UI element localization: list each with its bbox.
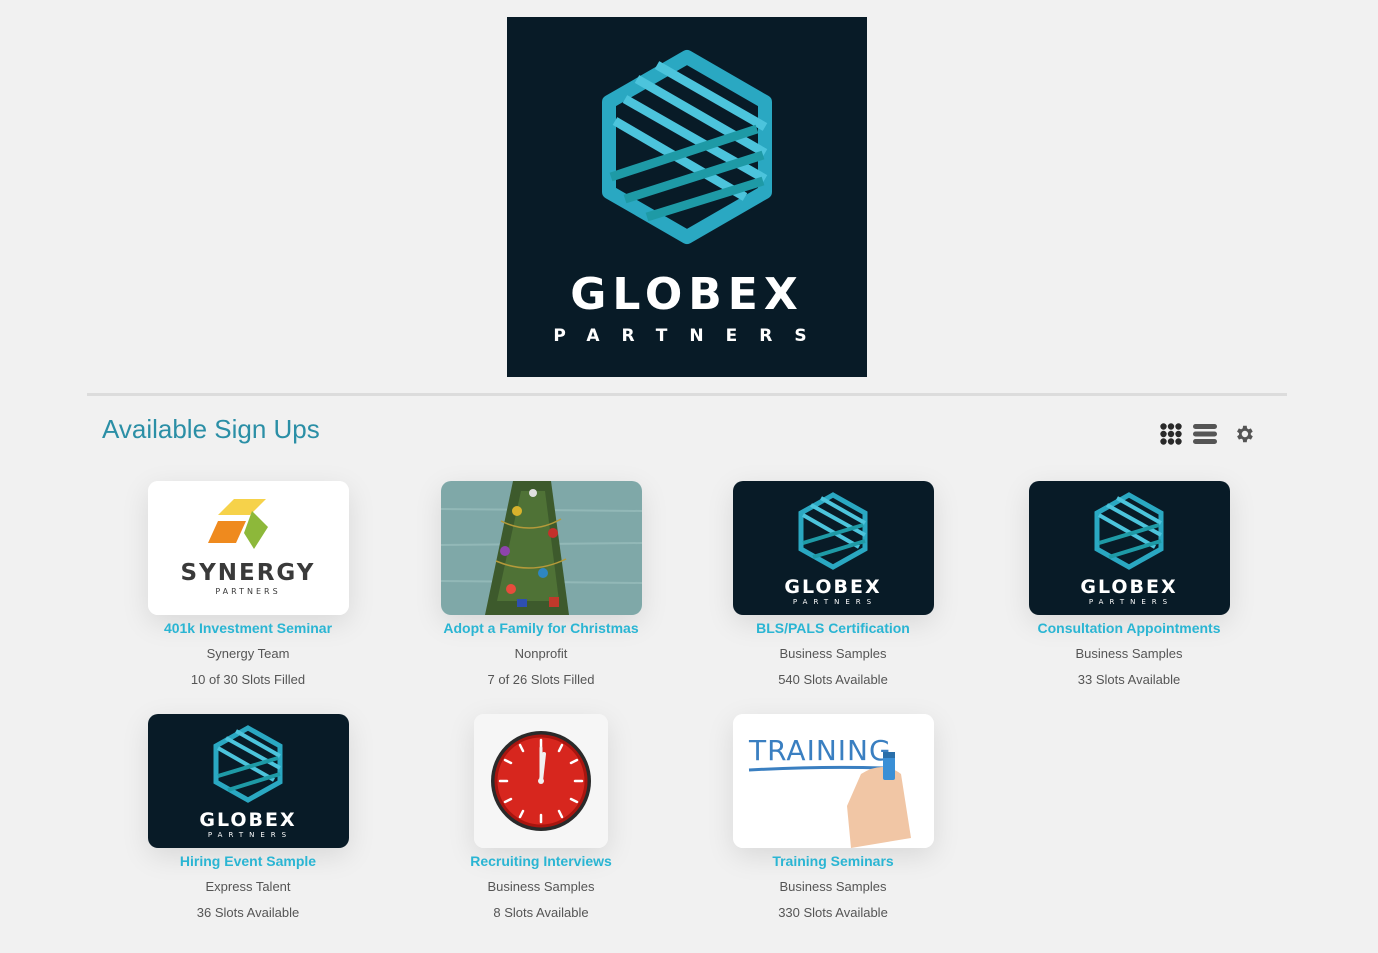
- card-thumbnail[interactable]: GLOBEX PARTNERS: [1028, 481, 1230, 615]
- card-organization: Business Samples: [487, 879, 595, 894]
- card-slots: 8 Slots Available: [493, 905, 589, 920]
- card-organization: Nonprofit: [514, 646, 568, 661]
- card-thumbnail[interactable]: [474, 714, 608, 848]
- signup-card-401k[interactable]: SYNERGY PARTNERS 401k Investment Seminar…: [128, 481, 368, 687]
- training-logo-text: TRAINING: [748, 734, 892, 767]
- card-title[interactable]: Training Seminars: [713, 853, 953, 869]
- card-slots: 10 of 30 Slots Filled: [190, 672, 306, 687]
- hero-brand-name: GLOBEX: [570, 269, 804, 320]
- grid-icon[interactable]: [1160, 422, 1182, 450]
- page-title: Available Sign Ups: [102, 414, 320, 444]
- card-title[interactable]: Hiring Event Sample: [128, 853, 368, 869]
- card-organization: Express Talent: [205, 879, 291, 894]
- signup-card-adopt-family[interactable]: Adopt a Family for Christmas Nonprofit 7…: [421, 481, 661, 687]
- globex-logo-text: GLOBEX: [784, 576, 881, 598]
- card-thumbnail[interactable]: GLOBEX PARTNERS: [732, 481, 934, 615]
- globex-logo-sub: PARTNERS: [207, 831, 291, 839]
- list-icon[interactable]: [1193, 423, 1217, 450]
- hero-globex-logo: GLOBEX PARTNERS: [507, 17, 867, 377]
- card-title[interactable]: Consultation Appointments: [1009, 620, 1249, 636]
- signup-card-consultation[interactable]: GLOBEX PARTNERS Consultation Appointment…: [1009, 481, 1249, 687]
- signup-card-recruiting[interactable]: Recruiting Interviews Business Samples 8…: [421, 714, 661, 920]
- card-slots: 330 Slots Available: [778, 905, 888, 920]
- card-organization: Business Samples: [779, 646, 887, 661]
- card-title[interactable]: 401k Investment Seminar: [128, 620, 368, 636]
- card-organization: Business Samples: [779, 879, 887, 894]
- card-title[interactable]: Adopt a Family for Christmas: [421, 620, 661, 636]
- globex-logo-text: GLOBEX: [199, 809, 296, 831]
- card-thumbnail[interactable]: [440, 481, 642, 615]
- synergy-logo-text: SYNERGY: [180, 560, 315, 586]
- card-organization: Business Samples: [1075, 646, 1183, 661]
- card-slots: 7 of 26 Slots Filled: [487, 672, 595, 687]
- signup-card-bls-pals[interactable]: GLOBEX PARTNERS BLS/PALS Certification B…: [713, 481, 953, 687]
- globex-logo-sub: PARTNERS: [792, 598, 876, 606]
- view-toggles: [1160, 421, 1255, 451]
- header-divider: [87, 393, 1287, 396]
- card-thumbnail[interactable]: TRAINING: [732, 714, 934, 848]
- signup-card-training[interactable]: TRAINING Training Seminars Business Samp…: [713, 714, 953, 920]
- signup-card-hiring-event[interactable]: GLOBEX PARTNERS Hiring Event Sample Expr…: [128, 714, 368, 920]
- card-title[interactable]: Recruiting Interviews: [421, 853, 661, 869]
- card-thumbnail[interactable]: GLOBEX PARTNERS: [147, 714, 349, 848]
- card-slots: 540 Slots Available: [778, 672, 888, 687]
- synergy-logo-sub: PARTNERS: [215, 587, 280, 596]
- card-slots: 33 Slots Available: [1077, 672, 1181, 687]
- card-organization: Synergy Team: [206, 646, 290, 661]
- globex-logo-text: GLOBEX: [1080, 576, 1177, 598]
- card-thumbnail[interactable]: SYNERGY PARTNERS: [147, 481, 349, 615]
- globex-logo-sub: PARTNERS: [1088, 598, 1172, 606]
- hero-brand-sub: PARTNERS: [553, 326, 828, 346]
- gear-icon[interactable]: [1233, 423, 1255, 450]
- card-slots: 36 Slots Available: [196, 905, 300, 920]
- card-title[interactable]: BLS/PALS Certification: [713, 620, 953, 636]
